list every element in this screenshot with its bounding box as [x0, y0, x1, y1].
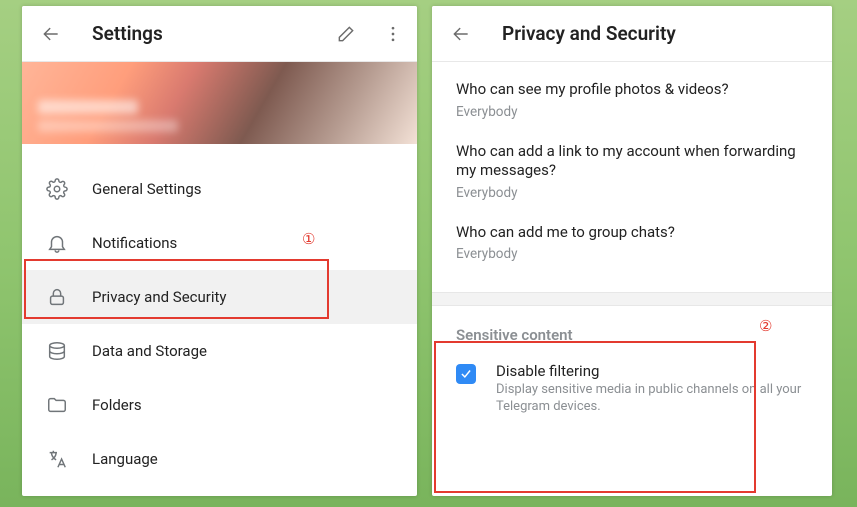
disable-filtering-desc: Display sensitive media in public channe… — [496, 382, 808, 416]
privacy-question: Who can add me to group chats? — [456, 223, 808, 243]
menu-label: Privacy and Security — [92, 288, 227, 306]
privacy-item[interactable]: Who can add me to group chats? Everybody — [456, 223, 808, 263]
privacy-question: Who can add a link to my account when fo… — [456, 142, 808, 181]
database-icon — [46, 340, 68, 362]
privacy-answer: Everybody — [456, 185, 808, 201]
menu-notifications[interactable]: Notifications — [22, 216, 417, 270]
profile-sub-blurred — [38, 120, 178, 132]
profile-banner[interactable] — [22, 62, 417, 144]
check-icon — [459, 367, 473, 381]
privacy-panel: Privacy and Security Who can see my prof… — [432, 6, 832, 496]
settings-header: Settings — [22, 6, 417, 62]
sensitive-content-header: Sensitive content — [432, 306, 832, 352]
back-button[interactable] — [444, 17, 478, 51]
menu-folders[interactable]: Folders — [22, 378, 417, 432]
disable-filtering-checkbox[interactable] — [456, 364, 476, 384]
privacy-header: Privacy and Security — [432, 6, 832, 62]
edit-button[interactable] — [329, 17, 363, 51]
lock-icon — [46, 286, 68, 308]
menu-privacy-security[interactable]: Privacy and Security — [22, 270, 417, 324]
profile-name-blurred — [38, 100, 138, 114]
gear-icon — [46, 178, 68, 200]
disable-filtering-label: Disable filtering — [496, 362, 808, 380]
privacy-item[interactable]: Who can see my profile photos & videos? … — [456, 80, 808, 120]
arrow-left-icon — [41, 24, 61, 44]
privacy-item[interactable]: Who can add a link to my account when fo… — [456, 142, 808, 201]
menu-label: General Settings — [92, 180, 202, 198]
menu-label: Language — [92, 450, 158, 468]
menu-label: Data and Storage — [92, 342, 207, 360]
privacy-question: Who can see my profile photos & videos? — [456, 80, 808, 100]
privacy-answer: Everybody — [456, 246, 808, 262]
arrow-left-icon — [451, 24, 471, 44]
settings-menu: General Settings Notifications Privacy a… — [22, 144, 417, 486]
language-icon — [46, 448, 68, 470]
privacy-title: Privacy and Security — [502, 22, 820, 45]
menu-label: Notifications — [92, 234, 177, 252]
folder-icon — [46, 394, 68, 416]
section-divider — [432, 292, 832, 306]
pencil-icon — [336, 24, 356, 44]
privacy-answer: Everybody — [456, 104, 808, 120]
settings-panel: Settings General Settings Notifications — [22, 6, 417, 496]
privacy-list: Who can see my profile photos & videos? … — [432, 62, 832, 292]
menu-general-settings[interactable]: General Settings — [22, 162, 417, 216]
menu-label: Folders — [92, 396, 142, 414]
disable-filtering-row[interactable]: Disable filtering Display sensitive medi… — [432, 352, 832, 438]
more-vertical-icon — [383, 24, 403, 44]
menu-data-storage[interactable]: Data and Storage — [22, 324, 417, 378]
settings-title: Settings — [92, 22, 311, 45]
back-button[interactable] — [34, 17, 68, 51]
more-button[interactable] — [381, 17, 405, 51]
bell-icon — [46, 232, 68, 254]
menu-language[interactable]: Language — [22, 432, 417, 486]
